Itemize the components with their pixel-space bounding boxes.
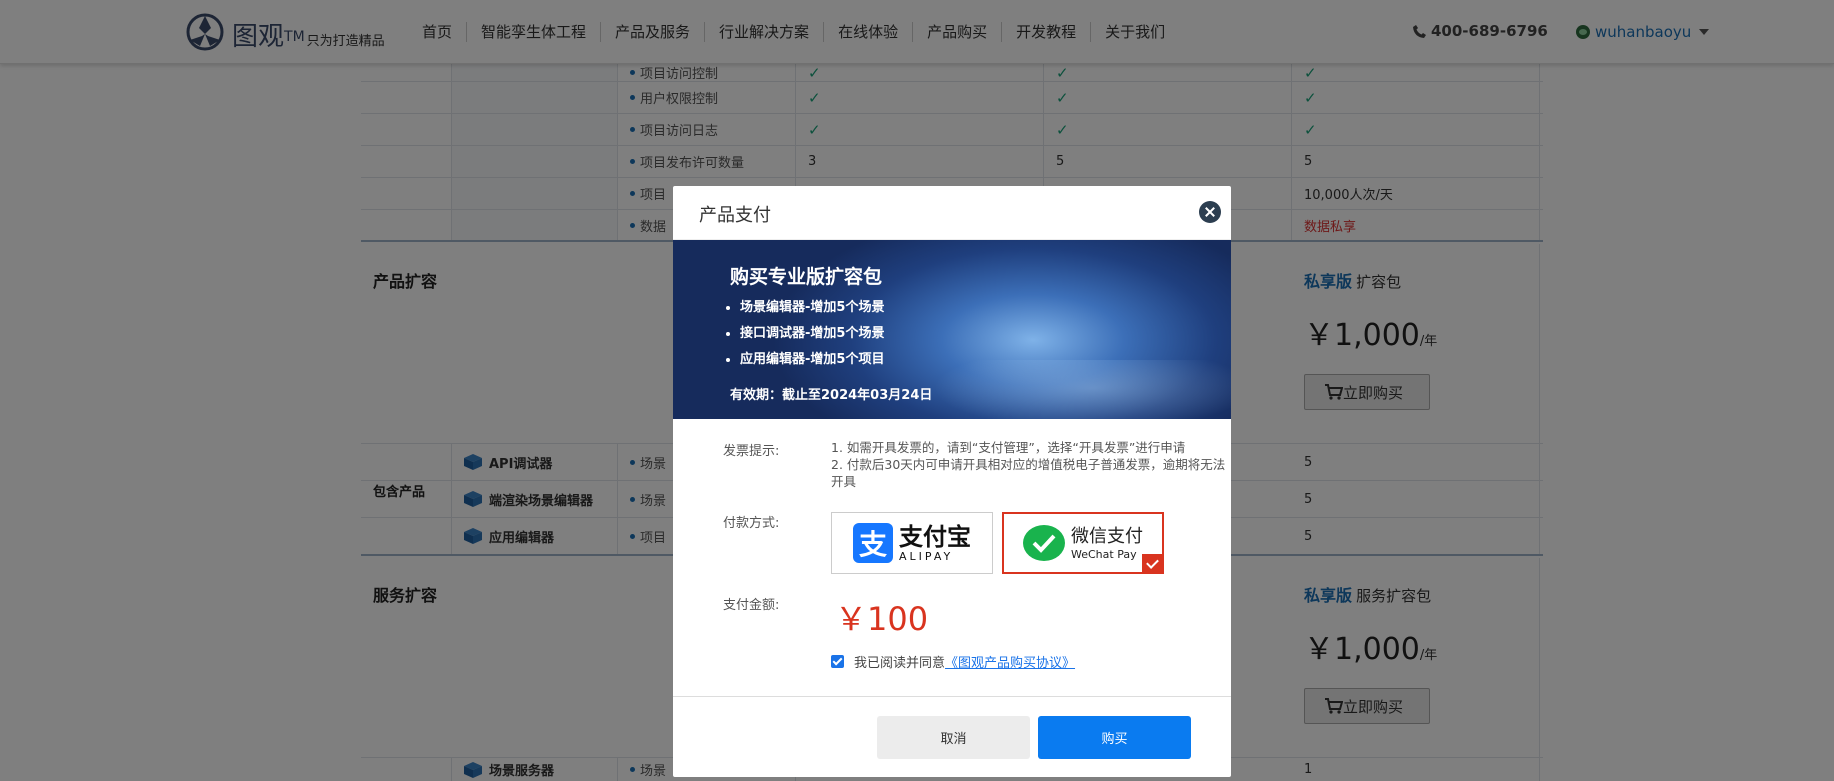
wechat-icon <box>1023 525 1065 561</box>
dialog-header: 产品支付 <box>673 186 1231 240</box>
wechat-pay-option[interactable]: 微信支付 WeChat Pay <box>1002 512 1164 574</box>
alipay-option[interactable]: 支 支付宝 ALIPAY <box>831 512 993 574</box>
payment-method-label: 付款方式: <box>723 516 780 531</box>
amount-label: 支付金额: <box>723 598 780 613</box>
invoice-label: 发票提示: <box>723 444 780 459</box>
invoice-notes: 1. 如需开具发票的，请到“支付管理”，选择“开具发票”进行申请 2. 付款后3… <box>831 440 1226 489</box>
list-item: 应用编辑器-增加5个项目 <box>740 350 884 376</box>
payment-dialog: 产品支付 购买专业版扩容包 场景编辑器-增加5个场景 接口调试器-增加5个场景 … <box>673 186 1231 777</box>
buy-button[interactable]: 购买 <box>1038 716 1191 759</box>
list-item: 接口调试器-增加5个场景 <box>740 324 884 350</box>
package-title: 购买专业版扩容包 <box>730 266 883 288</box>
close-icon[interactable] <box>1199 201 1221 223</box>
cancel-button[interactable]: 取消 <box>877 716 1030 759</box>
validity-text: 有效期：截止至2024年03月24日 <box>730 388 933 403</box>
payment-amount: ￥100 <box>835 600 929 638</box>
package-feature-list: 场景编辑器-增加5个场景 接口调试器-增加5个场景 应用编辑器-增加5个项目 <box>740 298 884 376</box>
dialog-title: 产品支付 <box>699 205 771 226</box>
agreement-row: 我已阅读并同意 《图观产品购买协议》 <box>831 652 1075 671</box>
list-item: 场景编辑器-增加5个场景 <box>740 298 884 324</box>
agreement-link[interactable]: 《图观产品购买协议》 <box>945 652 1075 671</box>
alipay-icon: 支 <box>853 523 893 563</box>
package-banner: 购买专业版扩容包 场景编辑器-增加5个场景 接口调试器-增加5个场景 应用编辑器… <box>673 240 1231 419</box>
check-icon <box>1142 554 1164 574</box>
agreement-checkbox[interactable] <box>831 655 844 668</box>
